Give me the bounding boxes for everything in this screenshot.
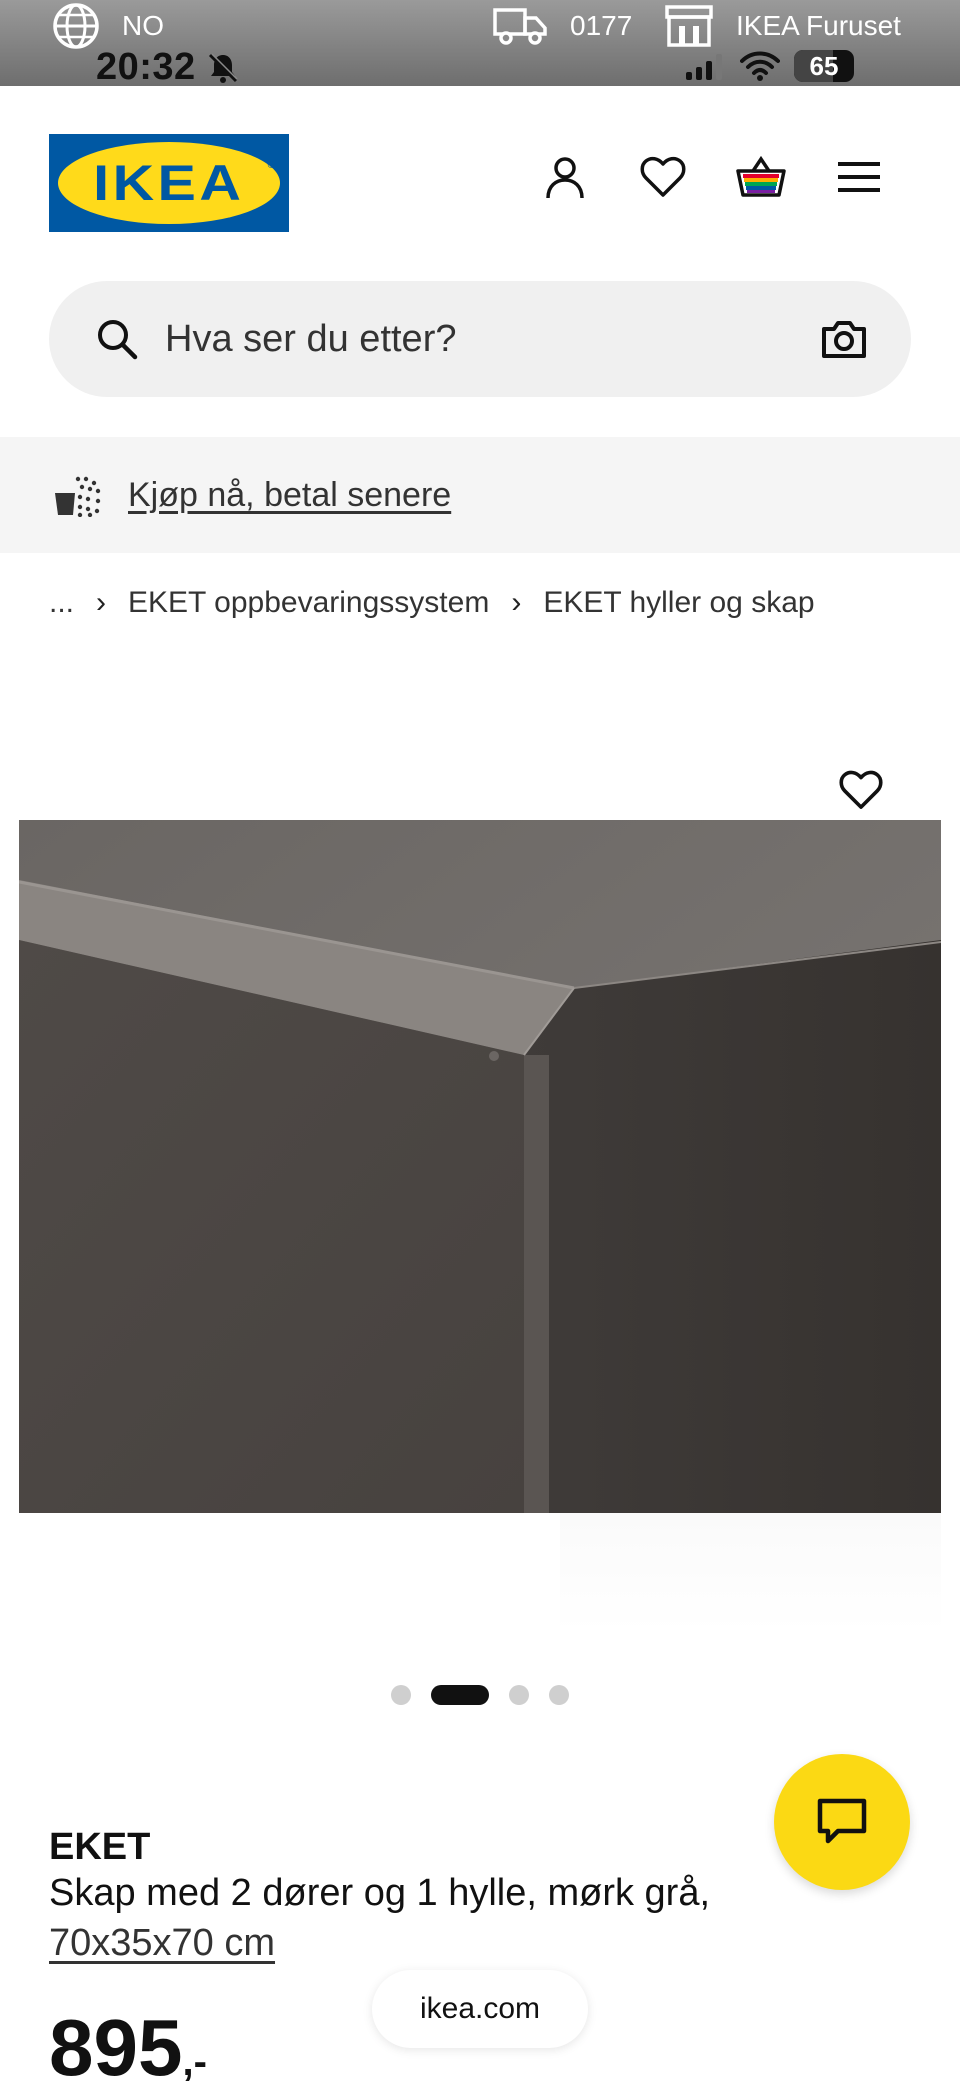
user-icon (546, 157, 584, 199)
heart-icon (640, 156, 686, 197)
logo-registered-mark: ® (267, 160, 275, 171)
delivery-postcode[interactable]: 0177 (492, 4, 632, 48)
heart-icon (839, 770, 883, 809)
account-button[interactable] (538, 150, 592, 204)
language-code: NO (122, 10, 164, 41)
pagination-dot[interactable] (509, 1685, 529, 1705)
ikea-logo[interactable]: IKEA ® (49, 134, 289, 232)
breadcrumb-eket-shelves[interactable]: EKET hyller og skap (543, 586, 814, 620)
buy-now-pay-later-link[interactable]: Kjøp nå, betal senere (128, 476, 451, 515)
chevron-right-icon: › (96, 586, 107, 619)
battery-level: 65 (809, 51, 839, 81)
browser-url-pill[interactable]: ikea.com (372, 1970, 588, 2048)
price-value: 895 (49, 2003, 183, 2081)
product-dimensions-link[interactable]: 70x35x70 cm (49, 1922, 275, 1965)
bell-muted-icon (208, 52, 238, 83)
top-status-bar: NO 0177 IKEA Furuset 20:32 65 (0, 0, 960, 89)
gallery-pagination (0, 1685, 960, 1705)
chevron-right-icon: › (511, 586, 522, 619)
battery-indicator: 65 (794, 50, 854, 82)
search-icon[interactable] (93, 315, 141, 363)
globe-icon (53, 3, 99, 49)
menu-button[interactable] (832, 150, 886, 204)
breadcrumb: ... › EKET oppbevaringssystem › EKET hyl… (49, 586, 815, 620)
favourites-button[interactable] (636, 150, 690, 204)
language-selector[interactable]: NO (52, 2, 164, 50)
wifi-icon (740, 51, 780, 81)
store-selector[interactable]: IKEA Furuset (664, 4, 901, 48)
search-bar[interactable] (49, 281, 911, 397)
cellular-signal-icon (686, 52, 722, 80)
breadcrumb-eket-system[interactable]: EKET oppbevaringssystem (128, 586, 489, 620)
logo-text: IKEA (93, 155, 245, 211)
chat-button[interactable] (774, 1754, 910, 1890)
system-clock: 20:32 (96, 46, 240, 89)
truck-icon (493, 8, 547, 45)
clock-time: 20:32 (96, 46, 196, 88)
system-indicators: 65 (686, 50, 854, 82)
financing-banner: Kjøp nå, betal senere (0, 437, 960, 553)
cart-button[interactable] (734, 150, 788, 204)
pagination-dot[interactable] (391, 1685, 411, 1705)
search-input[interactable] (165, 317, 765, 361)
pagination-dot-active[interactable] (431, 1685, 489, 1705)
store-name: IKEA Furuset (736, 10, 901, 41)
breadcrumb-ellipsis[interactable]: ... (49, 586, 74, 620)
header-actions (538, 150, 886, 204)
price-suffix: ,- (182, 2040, 207, 2081)
store-icon (665, 5, 713, 47)
product-image[interactable] (19, 820, 941, 1513)
camera-search-icon[interactable] (819, 315, 869, 363)
chat-bubble-icon (817, 1798, 867, 1844)
product-name: EKET (49, 1826, 151, 1868)
pagination-dot[interactable] (549, 1685, 569, 1705)
cart-dots-icon (55, 476, 101, 517)
delivery-code: 0177 (570, 10, 633, 41)
product-price: 895 ,- (49, 2002, 207, 2081)
menu-icon (838, 162, 880, 192)
basket-icon (736, 155, 786, 197)
product-gallery[interactable] (0, 640, 960, 1670)
product-description: Skap med 2 dører og 1 hylle, mørk grå, (49, 1872, 711, 1914)
url-text: ikea.com (419, 1992, 541, 2025)
